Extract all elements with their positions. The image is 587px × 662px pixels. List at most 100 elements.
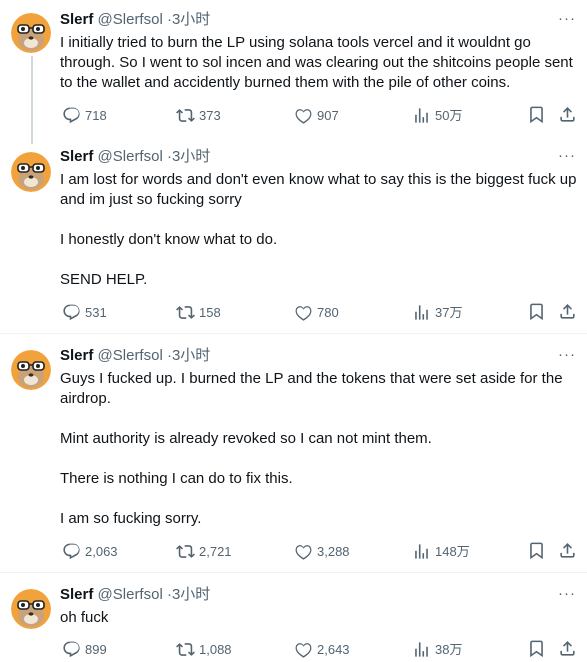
tweet-paragraph: oh fuck [60, 609, 109, 626]
tweet-header: Slerf @Slerfsol ·3小时 [60, 585, 210, 605]
avatar[interactable] [11, 13, 51, 53]
repost-count: 158 [199, 304, 221, 320]
repost-icon [176, 305, 195, 319]
bookmark-icon[interactable] [527, 302, 546, 321]
reply-count: 531 [85, 304, 107, 320]
tweet-1[interactable]: Slerf @Slerfsol ·3小时 ··· I initially tri… [0, 0, 587, 140]
author-name[interactable]: Slerf [60, 586, 93, 603]
views-button[interactable]: 38万 [412, 637, 462, 661]
tweet-time[interactable]: 3小时 [172, 11, 210, 28]
views-icon [415, 641, 428, 657]
tweet-time[interactable]: 3小时 [172, 148, 210, 165]
like-icon [295, 642, 312, 658]
share-icon[interactable] [558, 105, 577, 124]
author-name[interactable]: Slerf [60, 148, 93, 165]
tweet-time[interactable]: 3小时 [172, 347, 210, 364]
reply-count: 899 [85, 641, 107, 657]
tweet-time[interactable]: 3小时 [172, 586, 210, 603]
repost-icon [176, 642, 195, 656]
author-handle[interactable]: @Slerfsol [98, 11, 163, 28]
tweet-4[interactable]: Slerf @Slerfsol ·3小时 ··· oh fuck 899 1,0… [0, 573, 587, 662]
tweet-paragraph: Mint authority is already revoked so I c… [60, 430, 432, 447]
reply-button[interactable]: 531 [62, 300, 107, 324]
reply-count: 2,063 [85, 543, 118, 559]
reply-icon [63, 543, 80, 559]
more-icon[interactable]: ··· [557, 347, 577, 368]
reply-icon [63, 107, 80, 123]
tweet-header: Slerf @Slerfsol ·3小时 [60, 346, 210, 366]
repost-icon [176, 544, 195, 558]
like-icon [295, 108, 312, 124]
like-icon [295, 305, 312, 321]
tweet-paragraph: I honestly don't know what to do. [60, 231, 278, 248]
avatar[interactable] [11, 152, 51, 192]
more-icon[interactable]: ··· [557, 11, 577, 32]
reply-button[interactable]: 718 [62, 103, 107, 127]
views-button[interactable]: 148万 [412, 539, 470, 563]
repost-button[interactable]: 2,721 [176, 539, 232, 563]
reply-button[interactable]: 899 [62, 637, 107, 661]
repost-icon [176, 108, 195, 122]
author-name[interactable]: Slerf [60, 11, 93, 28]
tweet-text: I initially tried to burn the LP using s… [60, 33, 582, 93]
like-count: 907 [317, 107, 339, 123]
like-button[interactable]: 780 [294, 300, 339, 324]
repost-count: 1,088 [199, 641, 232, 657]
views-icon [415, 543, 428, 559]
like-count: 780 [317, 304, 339, 320]
share-icon[interactable] [558, 639, 577, 658]
views-count: 37万 [435, 304, 463, 320]
share-icon[interactable] [558, 302, 577, 321]
avatar[interactable] [11, 350, 51, 390]
tweet-paragraph: Guys I fucked up. I burned the LP and th… [60, 370, 563, 407]
reply-icon [63, 304, 80, 320]
action-bar: 899 1,088 2,643 38万 [60, 637, 580, 661]
tweet-paragraph: There is nothing I can do to fix this. [60, 470, 293, 487]
views-icon [415, 107, 428, 123]
repost-count: 2,721 [199, 543, 232, 559]
reply-button[interactable]: 2,063 [62, 539, 118, 563]
views-icon [415, 304, 428, 320]
tweet-3[interactable]: Slerf @Slerfsol ·3小时 ··· Guys I fucked u… [0, 334, 587, 572]
more-icon[interactable]: ··· [557, 586, 577, 607]
like-button[interactable]: 907 [294, 103, 339, 127]
author-handle[interactable]: @Slerfsol [98, 148, 163, 165]
author-handle[interactable]: @Slerfsol [98, 347, 163, 364]
tweet-paragraph: I initially tried to burn the LP using s… [60, 34, 573, 91]
tweet-paragraph: I am lost for words and don't even know … [60, 171, 577, 208]
repost-button[interactable]: 1,088 [176, 637, 232, 661]
tweet-paragraph: SEND HELP. [60, 271, 148, 288]
author-name[interactable]: Slerf [60, 347, 93, 364]
action-bar: 718 373 907 50万 [60, 103, 580, 127]
views-count: 38万 [435, 641, 463, 657]
tweet-header: Slerf @Slerfsol ·3小时 [60, 147, 210, 167]
tweet-2[interactable]: Slerf @Slerfsol ·3小时 ··· I am lost for w… [0, 140, 587, 333]
repost-button[interactable]: 158 [176, 300, 221, 324]
tweet-text: I am lost for words and don't even know … [60, 170, 582, 290]
like-icon [295, 544, 312, 560]
author-handle[interactable]: @Slerfsol [98, 586, 163, 603]
like-button[interactable]: 2,643 [294, 637, 350, 661]
share-icon[interactable] [558, 541, 577, 560]
avatar[interactable] [11, 589, 51, 629]
more-icon[interactable]: ··· [557, 148, 577, 169]
tweet-header: Slerf @Slerfsol ·3小时 [60, 10, 210, 30]
like-count: 3,288 [317, 543, 350, 559]
views-count: 50万 [435, 107, 463, 123]
bookmark-icon[interactable] [527, 541, 546, 560]
like-count: 2,643 [317, 641, 350, 657]
reply-icon [63, 641, 80, 657]
repost-button[interactable]: 373 [176, 103, 221, 127]
tweet-text: oh fuck [60, 608, 582, 628]
action-bar: 531 158 780 37万 [60, 300, 580, 324]
views-count: 148万 [435, 543, 470, 559]
like-button[interactable]: 3,288 [294, 539, 350, 563]
repost-count: 373 [199, 107, 221, 123]
views-button[interactable]: 50万 [412, 103, 462, 127]
bookmark-icon[interactable] [527, 639, 546, 658]
tweet-text: Guys I fucked up. I burned the LP and th… [60, 369, 582, 529]
tweet-paragraph: I am so fucking sorry. [60, 510, 202, 527]
bookmark-icon[interactable] [527, 105, 546, 124]
reply-count: 718 [85, 107, 107, 123]
views-button[interactable]: 37万 [412, 300, 462, 324]
